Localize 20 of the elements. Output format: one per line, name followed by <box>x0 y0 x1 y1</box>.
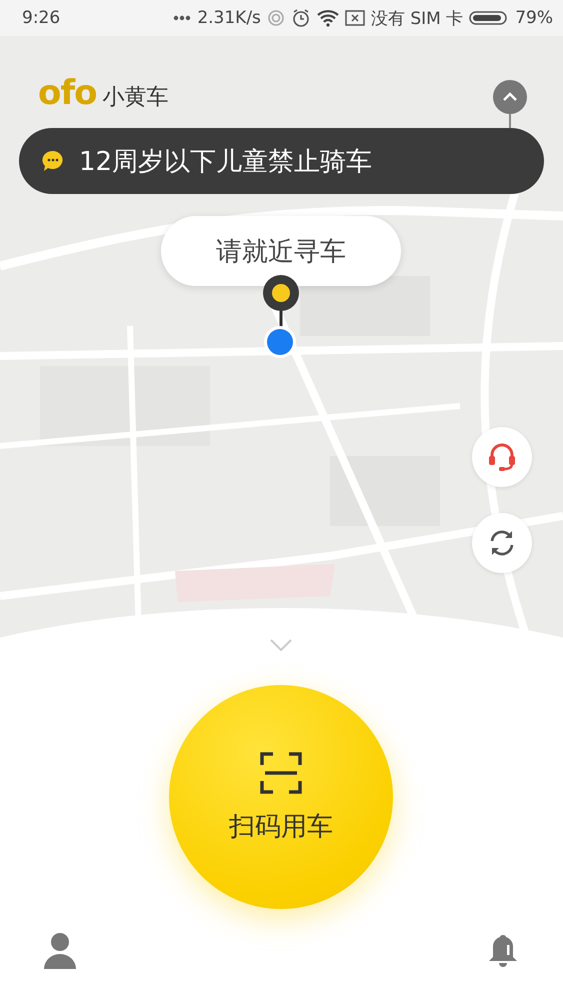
network-speed: 2.31K/s <box>197 8 261 28</box>
more-dots-icon <box>173 15 192 21</box>
scan-icon <box>259 750 303 794</box>
status-time: 9:26 <box>22 8 60 28</box>
profile-icon[interactable] <box>43 933 77 969</box>
alarm-icon <box>290 8 311 28</box>
battery-percent: 79% <box>515 8 553 28</box>
location-dot-icon <box>263 325 297 359</box>
battery-icon <box>469 10 510 26</box>
app-name: 小黄车 <box>102 84 169 112</box>
logo: ofo <box>38 76 97 110</box>
callout-bubble: 请就近寻车 <box>161 216 401 286</box>
no-sim-icon <box>344 10 365 26</box>
chat-bubble-icon <box>41 149 65 173</box>
headset-icon <box>486 441 518 473</box>
chevron-up-icon <box>502 92 518 102</box>
wifi-icon <box>316 9 339 27</box>
carrier-text: 没有 SIM 卡 <box>370 8 464 30</box>
notice-text: 12周岁以下儿童禁止骑车 <box>79 146 372 178</box>
sync-icon <box>266 9 285 27</box>
